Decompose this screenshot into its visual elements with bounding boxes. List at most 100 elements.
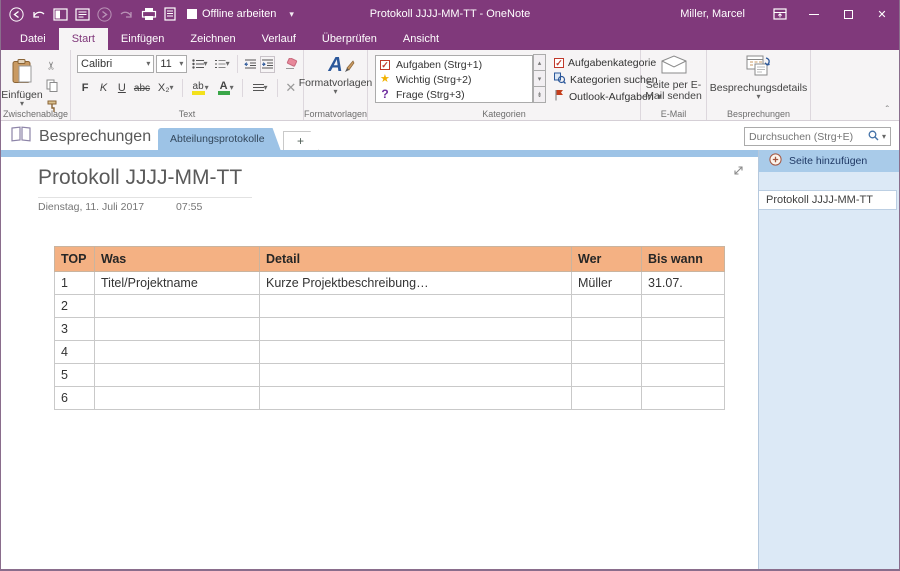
- maximize-button[interactable]: [831, 0, 865, 28]
- table-cell[interactable]: [642, 295, 725, 318]
- tag-gallery-more-button[interactable]: ⇟: [533, 86, 546, 103]
- table-cell[interactable]: [260, 387, 572, 410]
- delete-button[interactable]: ✕: [283, 80, 299, 97]
- table-cell[interactable]: [95, 341, 260, 364]
- table-cell[interactable]: [95, 364, 260, 387]
- table-row[interactable]: 4: [55, 341, 725, 364]
- table-row[interactable]: 5: [55, 364, 725, 387]
- table-cell[interactable]: [572, 318, 642, 341]
- page-list-item-selected[interactable]: Protokoll JJJJ-MM-TT: [759, 190, 897, 210]
- table-cell[interactable]: [260, 318, 572, 341]
- table-cell[interactable]: Titel/Projektname: [95, 272, 260, 295]
- page-canvas[interactable]: Protokoll JJJJ-MM-TT Dienstag, 11. Juli …: [1, 157, 758, 569]
- table-cell[interactable]: 31.07.: [642, 272, 725, 295]
- bullet-list-button[interactable]: ▾: [189, 56, 209, 73]
- tab-verlauf[interactable]: Verlauf: [249, 28, 309, 50]
- table-cell[interactable]: Kurze Projektbeschreibung…: [260, 272, 572, 295]
- search-input[interactable]: [749, 131, 868, 143]
- offline-toggle[interactable]: Offline arbeiten: [187, 8, 276, 20]
- styles-button[interactable]: A Formatvorlagen ▾: [304, 50, 367, 106]
- user-name[interactable]: Miller, Marcel: [680, 8, 745, 20]
- table-cell[interactable]: 2: [55, 295, 95, 318]
- highlight-button[interactable]: ab ▾: [188, 80, 212, 97]
- table-cell[interactable]: [642, 387, 725, 410]
- tab-ansicht[interactable]: Ansicht: [390, 28, 452, 50]
- print-preview-icon[interactable]: [164, 7, 176, 21]
- back-icon[interactable]: [9, 7, 24, 22]
- table-cell[interactable]: [95, 387, 260, 410]
- table-cell[interactable]: [642, 364, 725, 387]
- notebook-dropdown[interactable]: Besprechungen ▾: [11, 126, 164, 147]
- table-cell[interactable]: 6: [55, 387, 95, 410]
- tag-frage[interactable]: ? Frage (Strg+3): [376, 87, 532, 102]
- font-color-button[interactable]: A ▾: [214, 80, 238, 97]
- table-cell[interactable]: Müller: [572, 272, 642, 295]
- table-cell[interactable]: [95, 295, 260, 318]
- underline-button[interactable]: U: [114, 80, 130, 97]
- expand-page-icon[interactable]: [733, 163, 744, 181]
- email-page-button[interactable]: Seite per E- Mail senden: [641, 50, 706, 106]
- onenote-window: Offline arbeiten ▾ Protokoll JJJJ-MM-TT …: [0, 0, 900, 571]
- increase-indent-button[interactable]: [260, 56, 275, 73]
- protocol-table[interactable]: TOP Was Detail Wer Bis wann 1 Titel/Proj…: [54, 246, 725, 410]
- table-cell[interactable]: [260, 364, 572, 387]
- font-size-select[interactable]: 11 ▾: [156, 55, 187, 73]
- italic-button[interactable]: K: [95, 80, 111, 97]
- print-icon[interactable]: [141, 7, 157, 21]
- meeting-details-button[interactable]: Besprechungsdetails ▾: [707, 50, 810, 106]
- table-cell[interactable]: [572, 295, 642, 318]
- table-cell[interactable]: [572, 364, 642, 387]
- decrease-indent-button[interactable]: [243, 56, 258, 73]
- cut-button[interactable]: ✂: [43, 57, 61, 74]
- tab-einfuegen[interactable]: Einfügen: [108, 28, 177, 50]
- table-cell[interactable]: [95, 318, 260, 341]
- tag-wichtig[interactable]: ★ Wichtig (Strg+2): [376, 72, 532, 87]
- dock-to-desktop-icon[interactable]: [53, 8, 68, 21]
- copy-button[interactable]: [43, 78, 61, 95]
- table-cell[interactable]: [260, 341, 572, 364]
- search-box[interactable]: ▾: [744, 127, 891, 146]
- section-tab-abteilungsprotokolle[interactable]: Abteilungsprotokolle: [158, 128, 281, 150]
- table-row[interactable]: 2: [55, 295, 725, 318]
- tab-ueberpruefen[interactable]: Überprüfen: [309, 28, 390, 50]
- close-icon: ✕: [877, 8, 886, 21]
- table-cell[interactable]: [642, 341, 725, 364]
- table-cell[interactable]: [260, 295, 572, 318]
- bold-button[interactable]: F: [77, 80, 93, 97]
- subscript-caret-icon: ▾: [170, 85, 174, 91]
- search-scope-caret-icon[interactable]: ▾: [882, 134, 886, 140]
- tag-aufgaben[interactable]: ✓ Aufgaben (Strg+1): [376, 57, 532, 72]
- numbered-list-button[interactable]: ▾: [212, 56, 232, 73]
- tag-scroll-up-button[interactable]: ▴: [533, 54, 546, 71]
- ribbon-display-options-icon[interactable]: [763, 0, 797, 28]
- add-page-button[interactable]: Seite hinzufügen: [759, 150, 900, 172]
- minimize-button[interactable]: [797, 0, 831, 28]
- table-cell[interactable]: 1: [55, 272, 95, 295]
- full-page-view-icon[interactable]: [75, 8, 90, 21]
- font-name-select[interactable]: Calibri ▾: [77, 55, 154, 73]
- clear-formatting-button[interactable]: [283, 56, 299, 73]
- tab-zeichnen[interactable]: Zeichnen: [177, 28, 248, 50]
- table-row[interactable]: 6: [55, 387, 725, 410]
- subscript-button[interactable]: X₂ ▾: [154, 80, 178, 97]
- table-cell[interactable]: 4: [55, 341, 95, 364]
- close-button[interactable]: ✕: [865, 0, 899, 28]
- collapse-ribbon-button[interactable]: ˆ: [886, 105, 889, 116]
- table-cell[interactable]: 3: [55, 318, 95, 341]
- table-row[interactable]: 3: [55, 318, 725, 341]
- new-section-tab[interactable]: +: [283, 131, 319, 150]
- page-title[interactable]: Protokoll JJJJ-MM-TT: [38, 166, 252, 198]
- paragraph-alignment-button[interactable]: ▾: [248, 80, 272, 97]
- table-cell[interactable]: [572, 341, 642, 364]
- table-cell[interactable]: [642, 318, 725, 341]
- table-row[interactable]: 1 Titel/Projektname Kurze Projektbeschre…: [55, 272, 725, 295]
- tab-datei[interactable]: Datei: [7, 28, 59, 50]
- strikethrough-button[interactable]: abc: [132, 80, 152, 97]
- undo-icon[interactable]: [31, 8, 46, 21]
- tab-start[interactable]: Start: [59, 28, 108, 50]
- paste-button[interactable]: Einfügen ▾: [1, 54, 43, 110]
- table-cell[interactable]: 5: [55, 364, 95, 387]
- table-cell[interactable]: [572, 387, 642, 410]
- tag-scroll-down-button[interactable]: ▾: [533, 70, 546, 87]
- qat-menu-icon[interactable]: ▾: [289, 9, 294, 20]
